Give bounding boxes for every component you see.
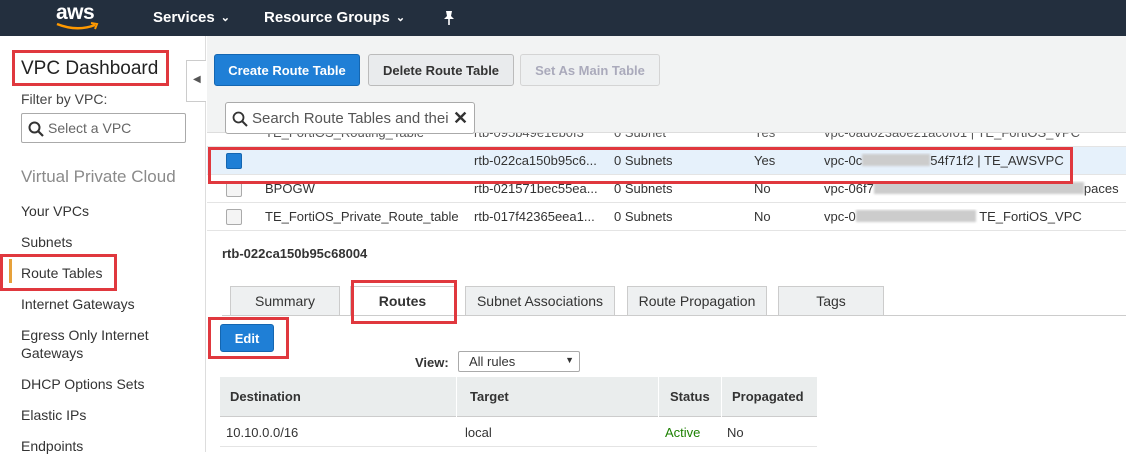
- table-row[interactable]: TE_FortiOS_Routing_Table rtb-095b49e1eb0…: [207, 132, 1126, 147]
- route-propagated: No: [727, 425, 744, 440]
- top-nav-bar: aws Services ⌄ Resource Groups ⌄: [0, 0, 1126, 36]
- column-divider: [456, 377, 457, 417]
- route-destination: 10.10.0.0/16: [226, 425, 299, 440]
- column-divider: [658, 377, 659, 417]
- pin-icon[interactable]: [443, 10, 455, 26]
- search-icon: [28, 121, 44, 137]
- route-table-detail: rtb-022ca150b95c68004 Summary Routes Sub…: [207, 238, 1126, 452]
- collapse-sidebar-button[interactable]: ◀: [186, 60, 206, 102]
- chevron-down-icon: ⌄: [395, 12, 406, 24]
- column-divider: [721, 377, 722, 417]
- sidebar-item-elastic-ips[interactable]: Elastic IPs: [21, 407, 86, 423]
- row-id: rtb-017f42365eea1...: [474, 209, 595, 224]
- chevron-left-icon: ◀: [193, 74, 201, 85]
- aws-smile-icon: [56, 22, 99, 30]
- create-route-table-button[interactable]: Create Route Table: [214, 54, 360, 86]
- route-target: local: [465, 425, 492, 440]
- search-route-tables[interactable]: Search Route Tables and thei ✕: [225, 102, 475, 134]
- col-destination[interactable]: Destination: [230, 389, 301, 404]
- row-main: Yes: [754, 132, 776, 140]
- vpc-filter-placeholder: Select a VPC: [48, 120, 132, 136]
- sidebar-item-internet-gateways[interactable]: Internet Gateways: [21, 296, 135, 312]
- sidebar-item-dhcp[interactable]: DHCP Options Sets: [21, 376, 144, 392]
- view-label: View:: [415, 355, 449, 370]
- col-propagated[interactable]: Propagated: [732, 389, 804, 404]
- vpc-filter-select[interactable]: Select a VPC: [21, 113, 186, 143]
- table-row: 10.10.0.0/16 local Active No: [220, 417, 817, 447]
- annotation-box: [12, 50, 169, 86]
- resource-groups-label: Resource Groups: [264, 9, 390, 26]
- col-status[interactable]: Status: [670, 389, 710, 404]
- row-subnets: 0 Subnet: [614, 132, 667, 140]
- col-target[interactable]: Target: [470, 389, 509, 404]
- tab-subnet-associations[interactable]: Subnet Associations: [465, 286, 615, 316]
- annotation-box: [208, 317, 289, 359]
- tab-summary[interactable]: Summary: [230, 286, 340, 316]
- tab-tags[interactable]: Tags: [778, 286, 884, 316]
- sidebar-item-your-vpcs[interactable]: Your VPCs: [21, 203, 89, 219]
- sidebar: VPC Dashboard Filter by VPC: Select a VP…: [0, 36, 206, 454]
- resource-groups-menu[interactable]: Resource Groups ⌄: [264, 9, 405, 26]
- section-heading: Virtual Private Cloud: [21, 167, 176, 186]
- sidebar-item-subnets[interactable]: Subnets: [21, 234, 72, 250]
- row-subnets: 0 Subnets: [614, 209, 673, 224]
- filter-label: Filter by VPC:: [21, 91, 108, 107]
- clear-icon[interactable]: ✕: [453, 108, 468, 129]
- row-main: No: [754, 209, 771, 224]
- route-status: Active: [665, 425, 701, 440]
- row-vpc: vpc-0ad023a0e21ac0f01 | TE_FortiOS_VPC: [824, 132, 1081, 140]
- dropdown-arrow-icon: ▼: [565, 355, 574, 365]
- main-content: Create Route Table Delete Route Table Se…: [207, 36, 1126, 452]
- search-placeholder: Search Route Tables and thei: [252, 110, 449, 127]
- table-row[interactable]: TE_FortiOS_Private_Route_table rtb-017f4…: [207, 203, 1126, 231]
- annotation-box: [351, 280, 457, 324]
- sidebar-item-egress-only-cont[interactable]: Gateways: [21, 345, 83, 361]
- chevron-down-icon: ⌄: [220, 12, 230, 24]
- routes-table-header: Destination Target Status Propagated: [220, 377, 817, 417]
- view-select[interactable]: All rules ▼: [458, 351, 580, 372]
- aws-logo[interactable]: aws: [55, 0, 105, 36]
- row-checkbox[interactable]: [226, 209, 242, 225]
- set-main-table-button: Set As Main Table: [520, 54, 660, 86]
- sidebar-item-egress-only[interactable]: Egress Only Internet: [21, 327, 149, 343]
- view-select-value: All rules: [469, 354, 516, 369]
- search-icon: [232, 111, 248, 127]
- services-label: Services: [153, 9, 215, 26]
- tab-route-propagation[interactable]: Route Propagation: [627, 286, 767, 316]
- annotation-box: [0, 254, 117, 291]
- delete-route-table-button[interactable]: Delete Route Table: [368, 54, 514, 86]
- selected-route-table-id: rtb-022ca150b95c68004: [222, 246, 368, 261]
- row-id: rtb-095b49e1eb0f3: [474, 132, 584, 140]
- annotation-box: [208, 147, 1073, 184]
- services-menu[interactable]: Services ⌄: [153, 9, 230, 26]
- row-vpc: vpc-0 TE_FortiOS_VPC: [824, 209, 1082, 224]
- row-name: TE_FortiOS_Private_Route_table: [265, 209, 459, 224]
